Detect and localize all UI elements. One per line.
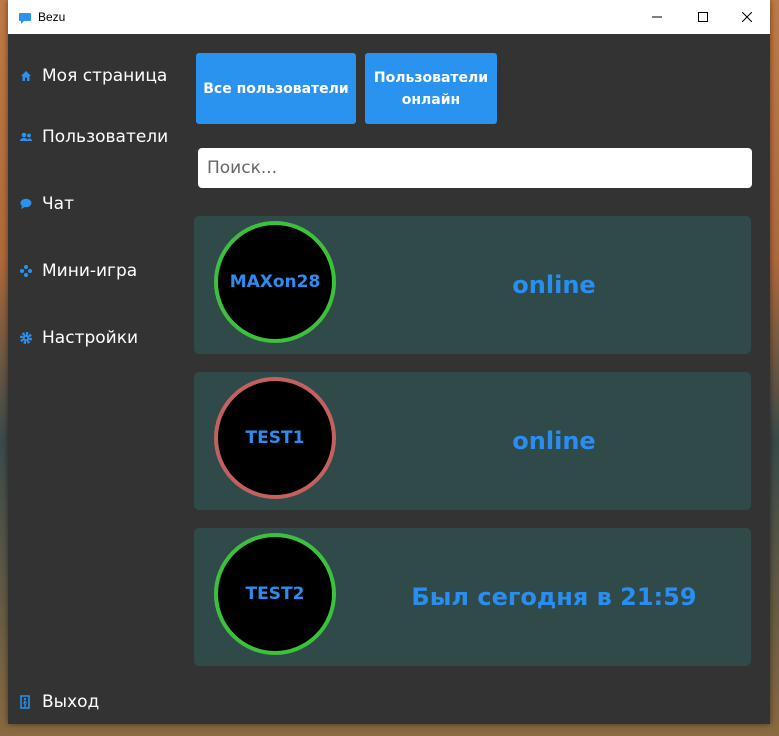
avatar[interactable]: TEST2 <box>214 533 336 655</box>
all-users-button[interactable]: Все пользователи <box>196 53 356 124</box>
sidebar-item-label: Моя страница <box>42 66 168 86</box>
sidebar-item-exit[interactable]: Выход <box>8 682 186 722</box>
app-window: Bezu Моя страница Пользователи Чат Мини-… <box>8 0 770 724</box>
home-icon <box>19 69 33 83</box>
title-bar[interactable]: Bezu <box>8 0 770 34</box>
sidebar-item-label: Мини-игра <box>42 261 138 281</box>
sidebar-item-label: Настройки <box>42 328 139 348</box>
user-status: online <box>512 271 596 299</box>
gear-icon <box>19 331 33 345</box>
users-icon <box>19 130 33 144</box>
sidebar-item-label: Пользователи <box>42 127 169 147</box>
sidebar-item-label: Выход <box>42 692 100 712</box>
user-status: Был сегодня в 21:59 <box>411 583 697 611</box>
close-button[interactable] <box>724 0 770 34</box>
sidebar: Моя страница Пользователи Чат Мини-игра … <box>8 34 188 724</box>
exit-icon <box>19 695 33 709</box>
sidebar-item-users[interactable]: Пользователи <box>8 117 186 157</box>
sidebar-item-label: Чат <box>42 194 74 214</box>
user-card[interactable]: TEST2 Был сегодня в 21:59 <box>194 528 751 666</box>
chat-icon <box>19 197 33 211</box>
chat-bubble-icon <box>18 10 32 24</box>
sidebar-item-my-page[interactable]: Моя страница <box>8 56 186 96</box>
minimize-button[interactable] <box>634 0 680 34</box>
maximize-button[interactable] <box>680 0 726 34</box>
sidebar-item-mini-game[interactable]: Мини-игра <box>8 251 186 291</box>
sidebar-item-settings[interactable]: Настройки <box>8 318 186 358</box>
user-card[interactable]: MAXon28 online <box>194 216 751 354</box>
user-status: online <box>512 427 596 455</box>
sidebar-item-chat[interactable]: Чат <box>8 184 186 224</box>
online-users-label-line1: Пользователи <box>373 69 489 86</box>
online-users-label-line2: онлайн <box>401 91 461 108</box>
online-users-button[interactable]: Пользователи онлайн <box>365 53 497 124</box>
gamepad-icon <box>19 264 33 278</box>
avatar[interactable]: MAXon28 <box>214 221 336 343</box>
user-card[interactable]: TEST1 online <box>194 372 751 510</box>
avatar[interactable]: TEST1 <box>214 377 336 499</box>
window-title: Bezu <box>38 10 66 24</box>
search-input[interactable]: Поиск... <box>198 148 752 188</box>
